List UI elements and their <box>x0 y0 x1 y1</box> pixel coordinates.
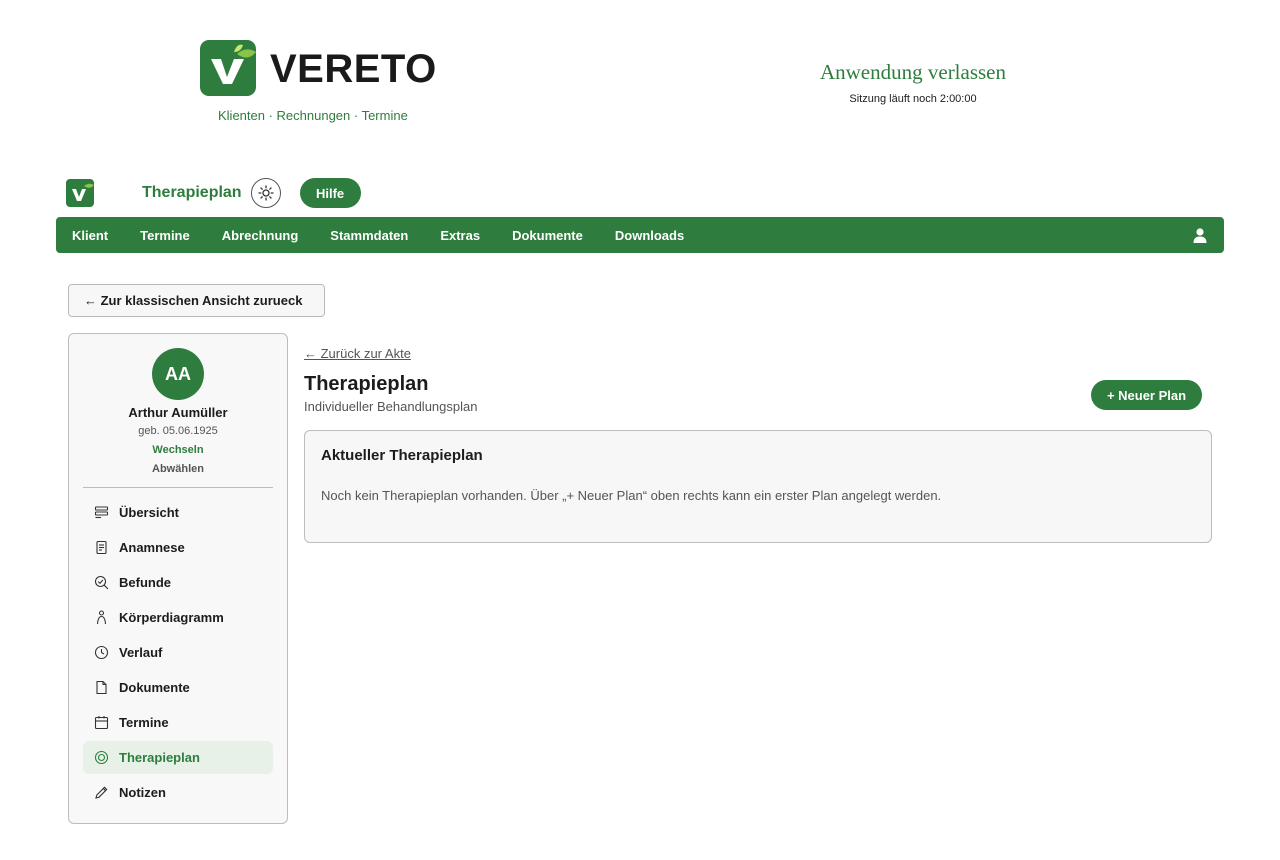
sidebar-item-termine[interactable]: Termine <box>83 706 273 739</box>
deselect-client-link[interactable]: Abwählen <box>69 463 287 475</box>
page-title: Therapieplan <box>304 373 429 395</box>
clock-icon <box>94 645 109 660</box>
sidebar-item-therapieplan[interactable]: Therapieplan <box>83 741 273 774</box>
person-icon <box>96 610 107 625</box>
nav-item-downloads[interactable]: Downloads <box>615 228 684 243</box>
sidebar-divider <box>83 487 273 488</box>
sidebar-item-label: Verlauf <box>119 645 163 660</box>
small-logo-icon[interactable] <box>66 179 94 207</box>
sidebar-item-uebersicht[interactable]: Übersicht <box>83 496 273 529</box>
target-icon <box>94 750 109 765</box>
sidebar-menu: Übersicht Anamnese Befunde Körperdiagram… <box>83 496 273 811</box>
classic-view-button[interactable]: ← Zur klassischen Ansicht zurueck <box>68 284 325 317</box>
exit-application-link[interactable]: Anwendung verlassen <box>780 60 1046 85</box>
back-to-record-link[interactable]: ← Zurück zur Akte <box>304 346 411 361</box>
sidebar-item-label: Körperdiagramm <box>119 610 224 625</box>
sidebar-item-befunde[interactable]: Befunde <box>83 566 273 599</box>
document-icon <box>96 680 107 695</box>
card-title: Aktueller Therapieplan <box>321 447 483 464</box>
overview-icon <box>94 506 109 519</box>
sidebar-item-label: Therapieplan <box>119 750 200 765</box>
search-check-icon <box>94 575 109 590</box>
vereto-logo-icon <box>200 40 256 96</box>
current-plan-card: Aktueller Therapieplan Noch kein Therapi… <box>304 430 1212 543</box>
pencil-icon <box>95 786 108 799</box>
main-navbar: Klient Termine Abrechnung Stammdaten Ext… <box>56 217 1224 253</box>
subheader: Therapieplan Hilfe <box>66 176 361 210</box>
nav-item-klient[interactable]: Klient <box>72 228 108 243</box>
client-name: Arthur Aumüller <box>128 405 228 420</box>
help-button[interactable]: Hilfe <box>299 178 361 208</box>
nav-item-termine[interactable]: Termine <box>140 228 190 243</box>
session-timer: Sitzung läuft noch 2:00:00 <box>849 93 977 105</box>
sidebar-item-label: Termine <box>119 715 169 730</box>
nav-item-dokumente[interactable]: Dokumente <box>512 228 583 243</box>
brand-row: VERETO <box>200 40 440 98</box>
calendar-icon <box>94 716 109 730</box>
clipboard-icon <box>96 540 107 555</box>
brand-name: VERETO <box>270 46 437 91</box>
page-name: Therapieplan <box>142 184 242 201</box>
nav-item-extras[interactable]: Extras <box>440 228 480 243</box>
sidebar-item-verlauf[interactable]: Verlauf <box>83 636 273 669</box>
sun-icon <box>257 185 274 201</box>
session-area: Anwendung verlassen Sitzung läuft noch 2… <box>780 60 1046 105</box>
sidebar-item-dokumente[interactable]: Dokumente <box>83 671 273 704</box>
sidebar-item-label: Befunde <box>119 575 171 590</box>
user-icon[interactable] <box>1192 227 1208 243</box>
sidebar-item-koerperdiagramm[interactable]: Körperdiagramm <box>83 601 273 634</box>
nav-item-stammdaten[interactable]: Stammdaten <box>330 228 408 243</box>
switch-client-link[interactable]: Wechseln <box>69 444 287 456</box>
page-subtitle: Individueller Behandlungsplan <box>304 399 478 414</box>
new-plan-button[interactable]: + Neuer Plan <box>1091 380 1202 410</box>
sidebar-item-notizen[interactable]: Notizen <box>83 776 273 809</box>
brand-tagline: Klienten · Rechnungen · Termine <box>218 108 408 123</box>
brand-header: VERETO Klienten · Rechnungen · Termine <box>200 40 440 123</box>
client-birthdate: geb. 05.06.1925 <box>138 425 218 437</box>
sidebar-item-anamnese[interactable]: Anamnese <box>83 531 273 564</box>
sidebar-item-label: Übersicht <box>119 505 179 520</box>
sidebar-item-label: Dokumente <box>119 680 190 695</box>
avatar: AA <box>152 348 204 400</box>
theme-toggle-button[interactable] <box>250 178 281 208</box>
empty-state-text: Noch kein Therapieplan vorhanden. Über „… <box>321 488 942 503</box>
nav-item-abrechnung[interactable]: Abrechnung <box>222 228 299 243</box>
client-sidebar: AA Arthur Aumüller geb. 05.06.1925 Wechs… <box>68 333 288 824</box>
sidebar-item-label: Anamnese <box>119 540 185 555</box>
sidebar-item-label: Notizen <box>119 785 166 800</box>
